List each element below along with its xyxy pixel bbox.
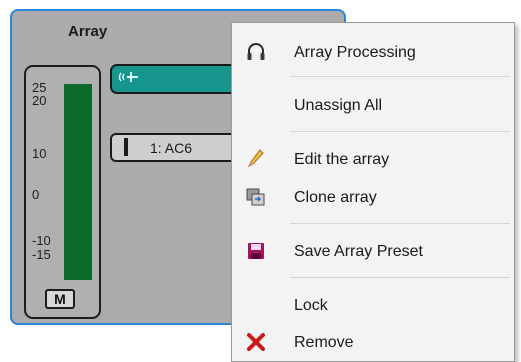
mute-button[interactable]: M <box>45 289 75 309</box>
menu-item-label: Clone array <box>294 189 377 206</box>
context-menu: Array Processing Unassign All Edit the a… <box>231 22 515 362</box>
menu-item-edit-array[interactable]: Edit the array <box>233 143 513 177</box>
save-icon <box>246 240 266 262</box>
menu-separator <box>290 277 510 278</box>
array-speaker-icon <box>118 70 140 87</box>
menu-separator <box>290 131 510 132</box>
menu-item-remove[interactable]: Remove <box>233 326 513 360</box>
headphones-icon <box>246 41 266 63</box>
menu-separator <box>290 223 510 224</box>
meter-level-bar <box>64 84 92 280</box>
clone-icon <box>246 186 266 208</box>
meter-tick: 20 <box>32 93 47 108</box>
menu-item-clone-array[interactable]: Clone array <box>233 181 513 215</box>
menu-item-label: Save Array Preset <box>294 243 423 260</box>
level-meter: 25 20 10 0 -10 -15 M <box>24 65 101 319</box>
menu-item-label: Lock <box>294 297 328 314</box>
menu-item-unassign-all[interactable]: Unassign All <box>233 89 513 123</box>
menu-item-array-processing[interactable]: Array Processing <box>233 36 513 70</box>
menu-item-save-array-preset[interactable]: Save Array Preset <box>233 235 513 269</box>
input-assignment[interactable]: 1: AC6 <box>110 133 250 162</box>
array-channel-strip[interactable] <box>110 64 250 94</box>
menu-separator <box>290 76 510 77</box>
meter-tick: -15 <box>32 247 51 262</box>
meter-tick: 10 <box>32 146 47 161</box>
menu-item-label: Edit the array <box>294 151 390 168</box>
panel-title: Array <box>68 23 108 40</box>
meter-tick: -10 <box>32 233 51 248</box>
meter-tick: 0 <box>32 187 40 202</box>
input-label: 1: AC6 <box>150 140 193 156</box>
menu-item-label: Remove <box>294 334 354 351</box>
pencil-icon <box>246 148 266 170</box>
menu-item-label: Unassign All <box>294 97 383 114</box>
menu-item-lock[interactable]: Lock <box>233 289 513 323</box>
menu-item-label: Array Processing <box>294 44 416 61</box>
remove-icon <box>246 331 266 353</box>
drag-handle[interactable] <box>124 138 128 156</box>
